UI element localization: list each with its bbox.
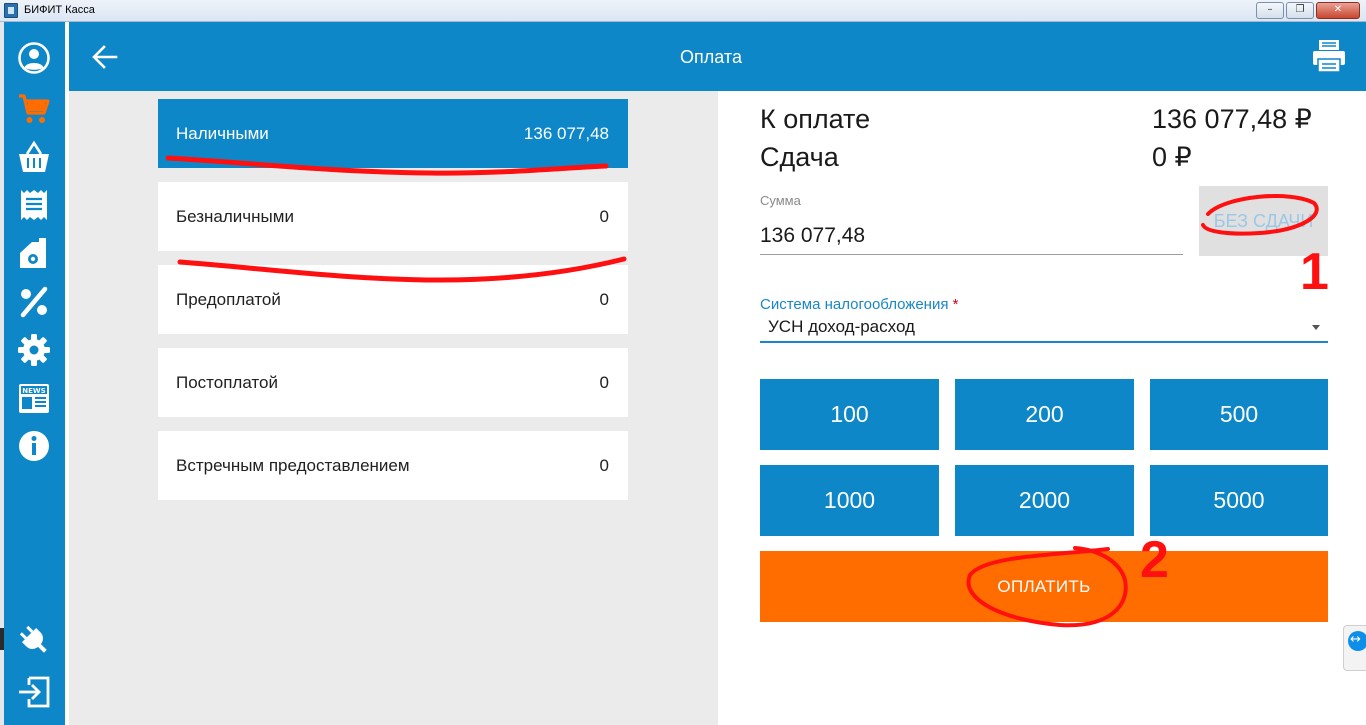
print-button[interactable] <box>1312 39 1346 73</box>
restore-button[interactable]: ❐ <box>1286 2 1314 19</box>
annotation-marker-1: 1 <box>1300 243 1329 301</box>
payment-method-label: Предоплатой <box>176 289 281 309</box>
payment-method-label: Постоплатой <box>176 372 278 392</box>
change-value: 0 ₽ <box>1152 142 1192 172</box>
sidebar-item-settings[interactable] <box>16 332 52 368</box>
gear-icon <box>18 334 50 366</box>
sidebar-item-logout[interactable] <box>16 674 52 710</box>
quick-amount-2000[interactable]: 2000 <box>955 465 1134 536</box>
required-mark: * <box>952 296 959 313</box>
sidebar-item-basket[interactable] <box>16 139 52 175</box>
close-button[interactable]: ✕ <box>1316 2 1360 19</box>
amount-due-value: 136 077,48 ₽ <box>1152 104 1312 134</box>
info-icon <box>19 431 49 461</box>
page-title: Оплата <box>680 47 742 67</box>
user-circle-icon <box>18 42 50 74</box>
payment-method-counter-provision[interactable]: Встречным предоставлением 0 <box>158 431 628 500</box>
printer-icon <box>1313 40 1345 73</box>
amount-due-label: К оплате <box>760 104 871 134</box>
sidebar: NEWS <box>4 22 65 725</box>
dropdown-caret-icon <box>1312 325 1320 330</box>
sidebar-item-discounts[interactable] <box>16 284 52 320</box>
payment-methods-panel: Наличными 136 077,48 Безналичными 0 Пред… <box>69 91 718 725</box>
minimize-button[interactable]: – <box>1256 2 1284 19</box>
window-title: БИФИТ Касса <box>24 4 95 16</box>
payment-method-prepayment[interactable]: Предоплатой 0 <box>158 265 628 334</box>
sidebar-item-profile[interactable] <box>16 40 52 76</box>
payment-method-label: Безналичными <box>176 206 294 226</box>
payment-method-label: Встречным предоставлением <box>176 455 410 475</box>
payment-method-cash[interactable]: Наличными 136 077,48 <box>158 99 628 168</box>
quick-amount-500[interactable]: 500 <box>1150 379 1328 450</box>
cart-icon <box>19 94 50 123</box>
receipt-icon <box>21 190 47 220</box>
remote-support-tab[interactable] <box>1343 625 1366 671</box>
payment-summary-panel: К оплате 136 077,48 ₽ Сдача 0 ₽ Сумма БЕ… <box>718 91 1366 725</box>
tax-system-select[interactable]: УСН доход-расход <box>760 313 1328 343</box>
tax-system-label-text: Система налогообложения <box>760 296 949 313</box>
payment-method-amount: 136 077,48 <box>523 123 609 143</box>
annotation-marker-2: 2 <box>1140 531 1169 589</box>
page-header: Оплата <box>69 22 1366 91</box>
sidebar-item-connection[interactable] <box>16 622 52 658</box>
payment-method-cashless[interactable]: Безналичными 0 <box>158 182 628 251</box>
app-icon <box>4 3 18 18</box>
quick-amount-200[interactable]: 200 <box>955 379 1134 450</box>
sidebar-item-news[interactable]: NEWS <box>16 380 52 416</box>
change-label: Сдача <box>760 142 839 172</box>
payment-method-amount: 0 <box>599 372 609 392</box>
plug-icon <box>19 625 47 653</box>
basket-icon <box>19 140 49 172</box>
sidebar-item-info[interactable] <box>16 428 52 464</box>
tax-system-value: УСН доход-расход <box>768 317 915 336</box>
payment-method-postpayment[interactable]: Постоплатой 0 <box>158 348 628 417</box>
sidebar-item-cart[interactable] <box>16 91 52 127</box>
payment-method-amount: 0 <box>599 455 609 475</box>
warehouse-icon <box>20 238 46 268</box>
remote-support-icon <box>1348 631 1366 651</box>
quick-amount-100[interactable]: 100 <box>760 379 939 450</box>
payment-method-amount: 0 <box>599 289 609 309</box>
sum-field-label: Сумма <box>760 193 801 208</box>
window-controls: – ❐ ✕ <box>1256 2 1360 19</box>
quick-amount-5000[interactable]: 5000 <box>1150 465 1328 536</box>
window-titlebar: БИФИТ Касса – ❐ ✕ <box>0 0 1366 22</box>
percent-icon <box>20 286 48 318</box>
sum-input[interactable] <box>760 217 1183 255</box>
tax-system-label: Система налогообложения * <box>760 296 958 313</box>
logout-icon <box>19 676 50 708</box>
sidebar-item-receipts[interactable] <box>16 187 52 223</box>
payment-method-label: Наличными <box>176 123 269 143</box>
pay-button[interactable]: ОПЛАТИТЬ <box>760 551 1328 622</box>
payment-method-amount: 0 <box>599 206 609 226</box>
news-icon-label: NEWS <box>22 387 45 395</box>
news-icon: NEWS <box>19 384 49 413</box>
quick-amount-1000[interactable]: 1000 <box>760 465 939 536</box>
sidebar-item-warehouse[interactable] <box>16 235 52 271</box>
